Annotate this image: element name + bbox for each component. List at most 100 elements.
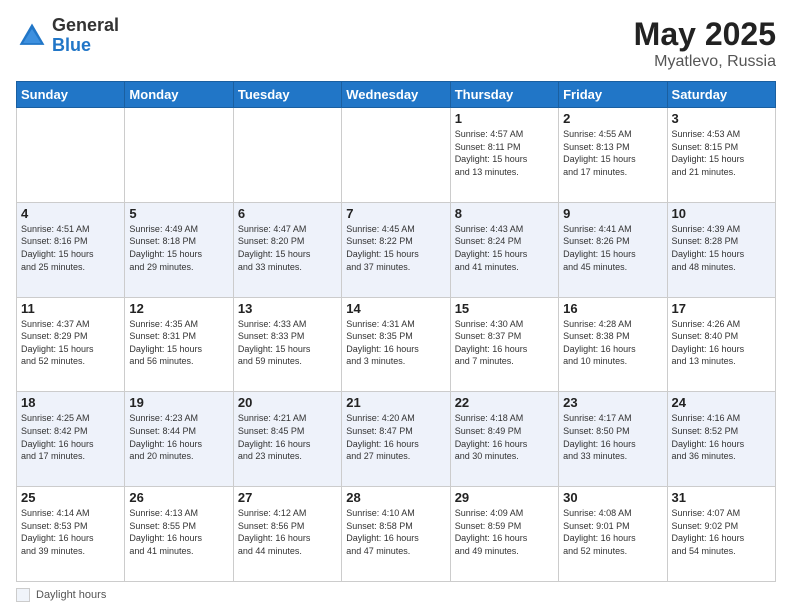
day-info: Sunrise: 4:41 AM Sunset: 8:26 PM Dayligh… (563, 224, 636, 272)
header-monday: Monday (125, 82, 233, 108)
day-number: 7 (346, 206, 445, 221)
day-number: 17 (672, 301, 771, 316)
day-info: Sunrise: 4:31 AM Sunset: 8:35 PM Dayligh… (346, 319, 419, 367)
day-number: 26 (129, 490, 228, 505)
day-cell-0-5: 2Sunrise: 4:55 AM Sunset: 8:13 PM Daylig… (559, 108, 667, 203)
day-cell-0-4: 1 Sunrise: 4:57 AM Sunset: 8:11 PM Daylig… (450, 108, 558, 203)
logo: General Blue (16, 16, 119, 56)
header-tuesday: Tuesday (233, 82, 341, 108)
day-cell-0-1 (125, 108, 233, 203)
day-info: Sunrise: 4:20 AM Sunset: 8:47 PM Dayligh… (346, 413, 419, 461)
day-info: Sunrise: 4:25 AM Sunset: 8:42 PM Dayligh… (21, 413, 94, 461)
day-number: 30 (563, 490, 662, 505)
day-number: 19 (129, 395, 228, 410)
week-row-3: 11 Sunrise: 4:37 AM Sunset: 8:29 PM Dayli… (17, 297, 776, 392)
day-cell-2-3: 14 Sunrise: 4:31 AM Sunset: 8:35 PM Dayli… (342, 297, 450, 392)
day-cell-2-2: 13 Sunrise: 4:33 AM Sunset: 8:33 PM Dayli… (233, 297, 341, 392)
day-info: Sunrise: 4:57 AM Sunset: 8:11 PM Dayligh… (455, 129, 528, 177)
day-cell-0-3 (342, 108, 450, 203)
footer-daylight-box (16, 588, 30, 602)
calendar-location: Myatlevo, Russia (634, 53, 776, 71)
day-info: Sunrise: 4:51 AM Sunset: 8:16 PM Dayligh… (21, 224, 94, 272)
day-cell-3-2: 20 Sunrise: 4:21 AM Sunset: 8:45 PM Dayli… (233, 392, 341, 487)
day-number: 15 (455, 301, 554, 316)
footer-label: Daylight hours (36, 589, 106, 601)
day-cell-1-6: 10 Sunrise: 4:39 AM Sunset: 8:28 PM Dayli… (667, 202, 775, 297)
page: General Blue May 2025 Myatlevo, Russia S… (0, 0, 792, 612)
day-cell-2-1: 12Sunrise: 4:35 AM Sunset: 8:31 PM Dayli… (125, 297, 233, 392)
header-saturday: Saturday (667, 82, 775, 108)
day-info: Sunrise: 4:12 AM Sunset: 8:56 PM Dayligh… (238, 508, 311, 556)
day-cell-4-2: 27 Sunrise: 4:12 AM Sunset: 8:56 PM Dayli… (233, 487, 341, 582)
day-number: 29 (455, 490, 554, 505)
week-row-5: 25 Sunrise: 4:14 AM Sunset: 8:53 PM Dayli… (17, 487, 776, 582)
day-number: 8 (455, 206, 554, 221)
day-info: Sunrise: 4:14 AM Sunset: 8:53 PM Dayligh… (21, 508, 94, 556)
day-number: 3 (672, 111, 771, 126)
day-number: 14 (346, 301, 445, 316)
header-friday: Friday (559, 82, 667, 108)
day-info: Sunrise: 4:53 AM Sunset: 8:15 PM Dayligh… (672, 129, 745, 177)
day-cell-2-6: 17Sunrise: 4:26 AM Sunset: 8:40 PM Dayli… (667, 297, 775, 392)
day-number: 16 (563, 301, 662, 316)
day-cell-3-6: 24Sunrise: 4:16 AM Sunset: 8:52 PM Dayli… (667, 392, 775, 487)
day-cell-0-6: 3 Sunrise: 4:53 AM Sunset: 8:15 PM Daylig… (667, 108, 775, 203)
day-info: Sunrise: 4:30 AM Sunset: 8:37 PM Dayligh… (455, 319, 528, 367)
day-info: Sunrise: 4:39 AM Sunset: 8:28 PM Dayligh… (672, 224, 745, 272)
day-number: 18 (21, 395, 120, 410)
day-cell-3-5: 23Sunrise: 4:17 AM Sunset: 8:50 PM Dayli… (559, 392, 667, 487)
day-cell-3-0: 18 Sunrise: 4:25 AM Sunset: 8:42 PM Dayli… (17, 392, 125, 487)
day-number: 12 (129, 301, 228, 316)
weekday-header-row: Sunday Monday Tuesday Wednesday Thursday… (17, 82, 776, 108)
header-sunday: Sunday (17, 82, 125, 108)
day-info: Sunrise: 4:21 AM Sunset: 8:45 PM Dayligh… (238, 413, 311, 461)
day-cell-4-6: 31Sunrise: 4:07 AM Sunset: 9:02 PM Dayli… (667, 487, 775, 582)
day-number: 21 (346, 395, 445, 410)
day-info: Sunrise: 4:18 AM Sunset: 8:49 PM Dayligh… (455, 413, 528, 461)
day-cell-1-0: 4 Sunrise: 4:51 AM Sunset: 8:16 PM Daylig… (17, 202, 125, 297)
day-number: 25 (21, 490, 120, 505)
day-cell-1-3: 7 Sunrise: 4:45 AM Sunset: 8:22 PM Daylig… (342, 202, 450, 297)
day-cell-1-1: 5 Sunrise: 4:49 AM Sunset: 8:18 PM Daylig… (125, 202, 233, 297)
day-number: 20 (238, 395, 337, 410)
day-number: 28 (346, 490, 445, 505)
day-number: 22 (455, 395, 554, 410)
day-number: 13 (238, 301, 337, 316)
day-info: Sunrise: 4:13 AM Sunset: 8:55 PM Dayligh… (129, 508, 202, 556)
day-number: 24 (672, 395, 771, 410)
day-info: Sunrise: 4:47 AM Sunset: 8:20 PM Dayligh… (238, 224, 311, 272)
header-wednesday: Wednesday (342, 82, 450, 108)
day-info: Sunrise: 4:09 AM Sunset: 8:59 PM Dayligh… (455, 508, 528, 556)
title-block: May 2025 Myatlevo, Russia (634, 16, 776, 71)
day-cell-2-5: 16Sunrise: 4:28 AM Sunset: 8:38 PM Dayli… (559, 297, 667, 392)
day-number: 2 (563, 111, 662, 126)
day-info: Sunrise: 4:07 AM Sunset: 9:02 PM Dayligh… (672, 508, 745, 556)
day-number: 11 (21, 301, 120, 316)
day-number: 4 (21, 206, 120, 221)
calendar-title: May 2025 (634, 16, 776, 53)
day-number: 10 (672, 206, 771, 221)
day-info: Sunrise: 4:37 AM Sunset: 8:29 PM Dayligh… (21, 319, 94, 367)
day-info: Sunrise: 4:45 AM Sunset: 8:22 PM Dayligh… (346, 224, 419, 272)
day-cell-1-2: 6Sunrise: 4:47 AM Sunset: 8:20 PM Daylig… (233, 202, 341, 297)
day-number: 27 (238, 490, 337, 505)
week-row-4: 18 Sunrise: 4:25 AM Sunset: 8:42 PM Dayli… (17, 392, 776, 487)
logo-blue-text: Blue (52, 36, 119, 56)
day-number: 1 (455, 111, 554, 126)
day-cell-3-4: 22 Sunrise: 4:18 AM Sunset: 8:49 PM Dayli… (450, 392, 558, 487)
calendar-table: Sunday Monday Tuesday Wednesday Thursday… (16, 81, 776, 582)
logo-icon (16, 20, 48, 52)
week-row-2: 4 Sunrise: 4:51 AM Sunset: 8:16 PM Daylig… (17, 202, 776, 297)
day-number: 23 (563, 395, 662, 410)
day-info: Sunrise: 4:33 AM Sunset: 8:33 PM Dayligh… (238, 319, 311, 367)
day-info: Sunrise: 4:49 AM Sunset: 8:18 PM Dayligh… (129, 224, 202, 272)
day-cell-4-4: 29 Sunrise: 4:09 AM Sunset: 8:59 PM Dayli… (450, 487, 558, 582)
day-info: Sunrise: 4:43 AM Sunset: 8:24 PM Dayligh… (455, 224, 528, 272)
day-info: Sunrise: 4:10 AM Sunset: 8:58 PM Dayligh… (346, 508, 419, 556)
day-cell-0-2 (233, 108, 341, 203)
day-cell-3-1: 19Sunrise: 4:23 AM Sunset: 8:44 PM Dayli… (125, 392, 233, 487)
day-cell-1-4: 8 Sunrise: 4:43 AM Sunset: 8:24 PM Daylig… (450, 202, 558, 297)
day-cell-4-1: 26 Sunrise: 4:13 AM Sunset: 8:55 PM Dayli… (125, 487, 233, 582)
day-info: Sunrise: 4:08 AM Sunset: 9:01 PM Dayligh… (563, 508, 636, 556)
day-number: 5 (129, 206, 228, 221)
